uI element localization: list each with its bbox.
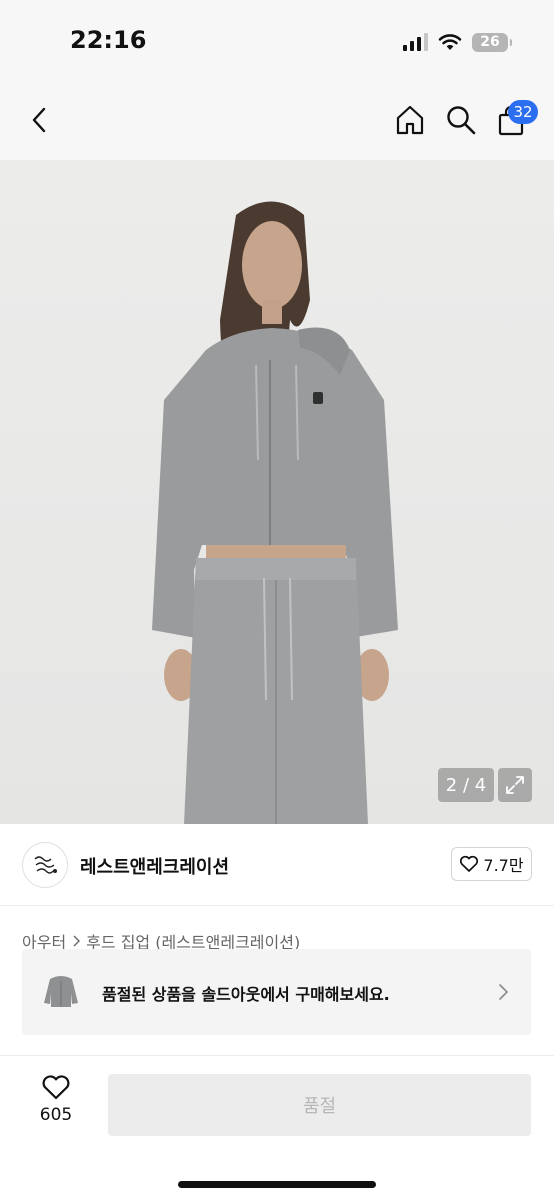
product-image-gallery[interactable]: 2 / 4: [0, 160, 554, 824]
heart-icon: [42, 1075, 70, 1100]
banner-text: 품절된 상품을 솔드아웃에서 구매해보세요.: [102, 985, 390, 1004]
expand-image-button[interactable]: [498, 768, 532, 802]
battery-indicator: 26: [472, 32, 512, 52]
status-icons: 26: [403, 30, 512, 54]
cellular-signal-icon: [403, 33, 428, 51]
chevron-left-icon: [32, 107, 46, 133]
breadcrumb-chevron-icon: [73, 935, 81, 947]
search-button[interactable]: [443, 102, 479, 138]
brand-name[interactable]: 레스트앤레크레이션: [80, 853, 229, 879]
brand-logo-mark: [34, 856, 57, 874]
sold-out-button[interactable]: 품절: [108, 1074, 531, 1136]
brand-like-button[interactable]: 7.7만: [451, 847, 532, 881]
wifi-icon: [438, 34, 462, 50]
wishlist-button[interactable]: 605: [30, 1074, 82, 1134]
soldout-promo-banner[interactable]: 품절된 상품을 솔드아웃에서 구매해보세요.: [22, 949, 531, 1035]
brand-like-count: 7.7만: [483, 856, 524, 875]
home-icon: [396, 105, 424, 135]
home-button[interactable]: [392, 102, 428, 138]
expand-icon: [506, 776, 524, 794]
back-button[interactable]: [22, 102, 58, 138]
brand-row[interactable]: 레스트앤레크레이션 7.7만: [0, 824, 554, 906]
cart-count-badge: 32: [508, 100, 538, 124]
image-pager: 2 / 4: [438, 768, 494, 802]
top-navigation: 32: [0, 80, 554, 160]
chevron-right-icon: [499, 984, 509, 1000]
home-indicator: [178, 1181, 376, 1188]
brand-logo[interactable]: [22, 842, 68, 888]
heart-icon: [460, 855, 479, 872]
hoodie-thumbnail: [44, 976, 78, 1007]
bottom-action-bar: 605 품절: [0, 1055, 554, 1200]
search-icon: [447, 106, 476, 135]
status-time: 22:16: [70, 26, 147, 54]
product-photo: [152, 201, 398, 824]
status-bar: 22:16 26: [0, 0, 554, 80]
wishlist-count: 605: [39, 1105, 73, 1125]
